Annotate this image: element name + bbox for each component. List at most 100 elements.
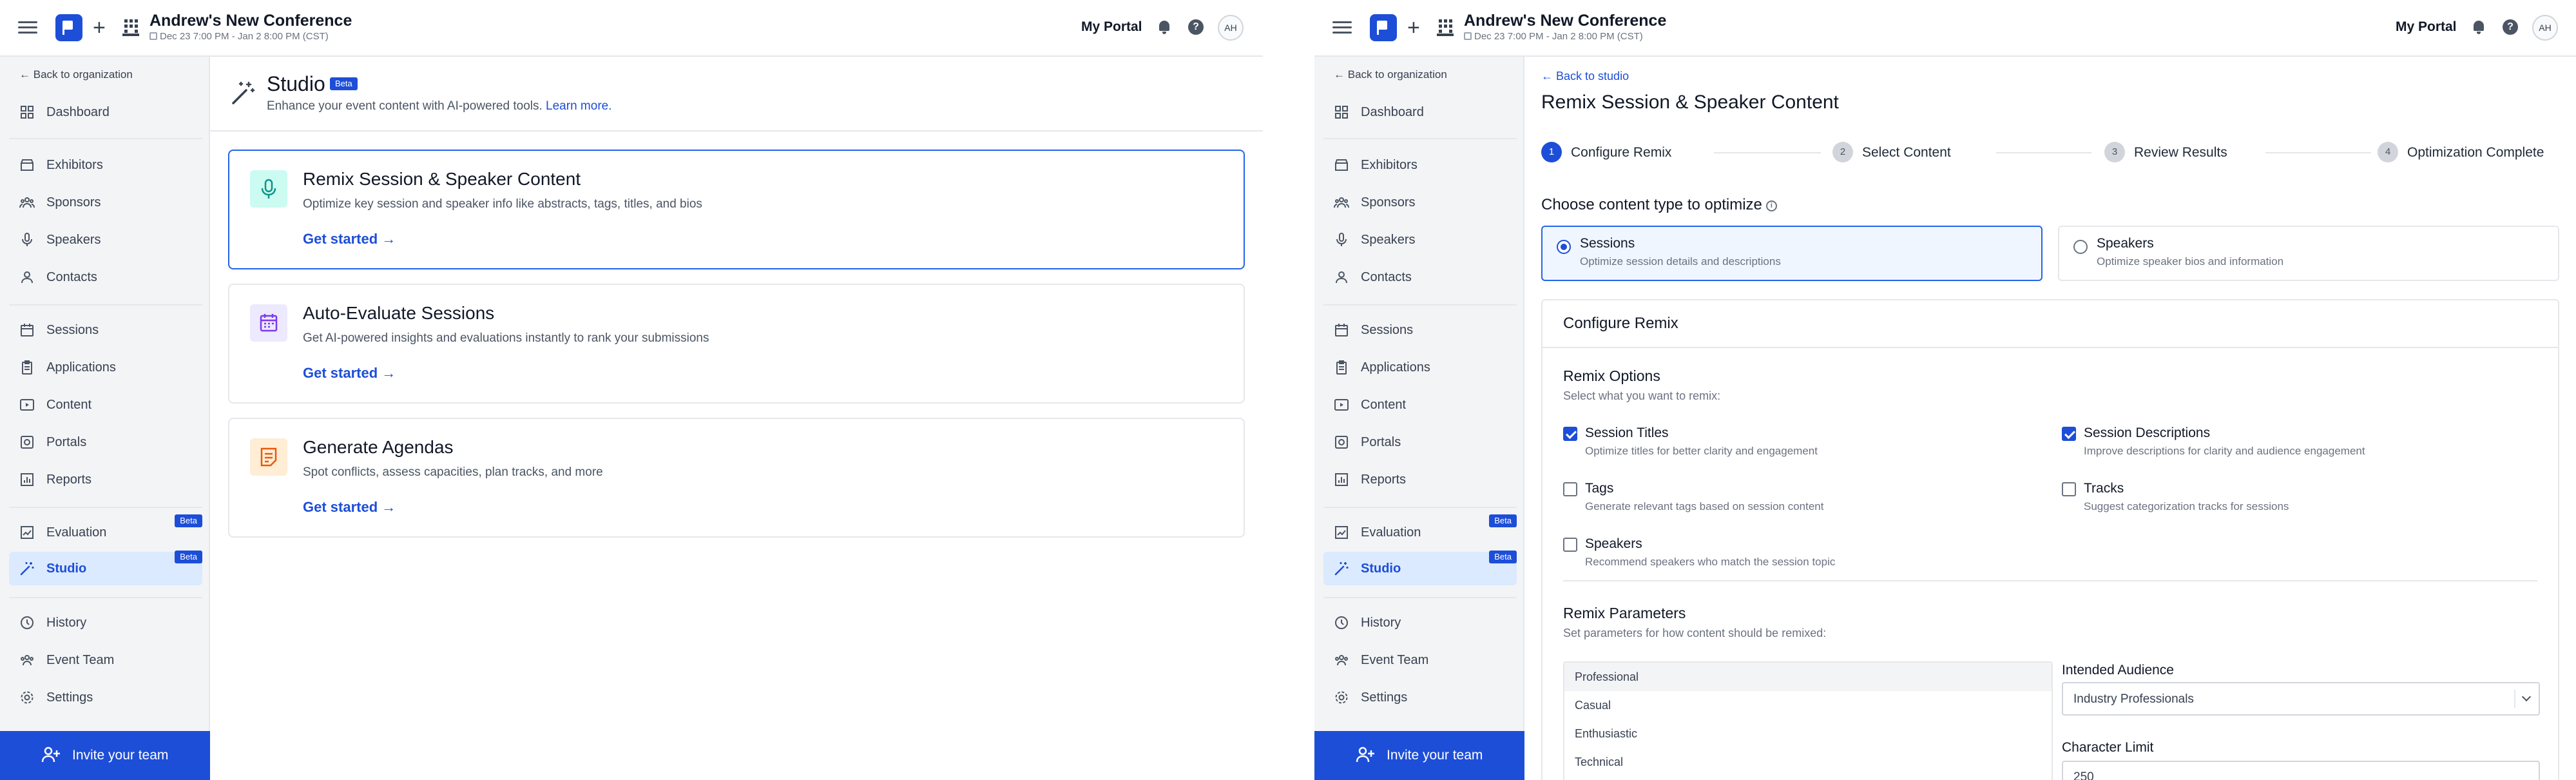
sidebar-item-dashboard[interactable]: Dashboard [9, 95, 202, 129]
hamburger-menu-icon[interactable] [1332, 18, 1352, 37]
app-logo[interactable] [1370, 14, 1397, 41]
option-description: Generate relevant tags based on session … [1585, 500, 1824, 512]
sidebar-item-content[interactable]: Content [9, 388, 202, 422]
sidebar-item-portals[interactable]: Portals [9, 425, 202, 459]
sidebar-item-applications[interactable]: Applications [9, 351, 202, 384]
sidebar-item-portals[interactable]: Portals [1323, 425, 1517, 459]
bell-icon[interactable] [2472, 19, 2486, 35]
studio-panel: + Andrew's New Conference Dec 23 7:00 PM… [0, 0, 1263, 780]
calendar-icon [260, 314, 278, 332]
sidebar-item-speakers[interactable]: Speakers [9, 223, 202, 257]
sidebar-item-speakers[interactable]: Speakers [1323, 223, 1517, 257]
event-title[interactable]: Andrew's New Conference [1464, 12, 1666, 30]
auto-evaluate-card[interactable]: Auto-Evaluate Sessions Get AI-powered in… [228, 284, 1245, 404]
sidebar-item-settings[interactable]: Settings [1323, 681, 1517, 714]
my-portal-link[interactable]: My Portal [1081, 19, 1142, 35]
help-icon[interactable]: ? [1188, 19, 1204, 35]
speakers-checkbox[interactable] [1563, 538, 1577, 552]
speakers-type-option[interactable]: Speakers Optimize speaker bios and infor… [2058, 226, 2559, 281]
sidebar-item-studio[interactable]: Studio Beta [9, 551, 202, 585]
session-descriptions-checkbox[interactable] [2062, 427, 2076, 441]
tone-option[interactable]: Professional [1564, 663, 2052, 691]
back-to-organization-link[interactable]: ← Back to organization [1334, 68, 1447, 81]
sidebar-item-sponsors[interactable]: Sponsors [9, 186, 202, 219]
step-number: 1 [1541, 142, 1562, 162]
character-limit-input[interactable] [2062, 761, 2540, 780]
sidebar-item-exhibitors[interactable]: Exhibitors [9, 148, 202, 182]
sidebar-item-event-team[interactable]: Event Team [9, 643, 202, 677]
learn-more-link[interactable]: Learn more. [546, 99, 611, 113]
invite-team-button[interactable]: Invite your team [0, 731, 210, 780]
agenda-icon [260, 447, 277, 467]
session-titles-checkbox[interactable] [1563, 427, 1577, 441]
organization-icon[interactable] [1437, 18, 1454, 36]
sidebar-item-contacts[interactable]: Contacts [9, 260, 202, 294]
sidebar-item-event-team[interactable]: Event Team [1323, 643, 1517, 677]
sidebar-item-sessions[interactable]: Sessions [9, 313, 202, 347]
back-to-organization-link[interactable]: ← Back to organization [19, 68, 133, 81]
sidebar-item-content[interactable]: Content [1323, 388, 1517, 422]
tags-checkbox[interactable] [1563, 482, 1577, 496]
step-number: 3 [2104, 142, 2125, 162]
help-icon[interactable]: ? [2503, 19, 2518, 35]
app-logo[interactable] [55, 14, 82, 41]
speakers-radio[interactable] [2073, 240, 2088, 254]
configure-remix-title: Configure Remix [1563, 315, 1678, 332]
microphone-icon [261, 179, 276, 199]
avatar[interactable]: AH [2532, 15, 2558, 41]
hamburger-menu-icon[interactable] [18, 18, 37, 37]
sidebar-item-settings[interactable]: Settings [9, 681, 202, 714]
sidebar-item-label: Settings [1361, 690, 1408, 705]
sidebar-item-dashboard[interactable]: Dashboard [1323, 95, 1517, 129]
card-title: Generate Agendas [303, 437, 454, 457]
tone-option[interactable]: Technical [1564, 748, 2052, 776]
sidebar-item-label: Speakers [1361, 233, 1416, 247]
gear-icon [1334, 690, 1349, 705]
invite-team-button[interactable]: Invite your team [1314, 731, 1524, 780]
tone-listbox[interactable]: Professional Casual Enthusiastic Technic… [1563, 661, 2053, 780]
plus-icon[interactable]: + [93, 17, 106, 39]
tracks-checkbox[interactable] [2062, 482, 2076, 496]
info-icon[interactable]: i [1765, 200, 1777, 211]
wand-icon [1334, 561, 1349, 576]
sidebar-item-sessions[interactable]: Sessions [1323, 313, 1517, 347]
sidebar-item-sponsors[interactable]: Sponsors [1323, 186, 1517, 219]
remix-parameters-subtitle: Set parameters for how content should be… [1563, 627, 1827, 639]
sidebar-item-label: Settings [46, 690, 93, 705]
get-started-link[interactable]: Get started → [303, 231, 396, 248]
tone-option[interactable]: Casual [1564, 691, 2052, 719]
sidebar-item-studio[interactable]: Studio Beta [1323, 551, 1517, 585]
back-to-studio-link[interactable]: ← Back to studio [1541, 70, 1629, 83]
history-icon [19, 615, 35, 630]
invite-team-label: Invite your team [1387, 748, 1483, 763]
get-started-link[interactable]: Get started → [303, 499, 396, 516]
microphone-icon [1334, 232, 1349, 248]
sessions-radio[interactable] [1557, 240, 1571, 254]
sessions-type-option[interactable]: Sessions Optimize session details and de… [1541, 226, 2043, 281]
my-portal-link[interactable]: My Portal [2396, 19, 2457, 35]
sidebar-item-history[interactable]: History [1323, 606, 1517, 639]
get-started-link[interactable]: Get started → [303, 365, 396, 382]
bell-icon[interactable] [1157, 19, 1171, 35]
sidebar-item-reports[interactable]: Reports [9, 463, 202, 496]
avatar[interactable]: AH [1218, 15, 1244, 41]
beta-badge: Beta [175, 514, 202, 527]
event-title[interactable]: Andrew's New Conference [149, 12, 352, 30]
tone-option[interactable]: Enthusiastic [1564, 719, 2052, 748]
sidebar-item-label: Event Team [46, 653, 115, 667]
sidebar-item-contacts[interactable]: Contacts [1323, 260, 1517, 294]
sidebar-item-exhibitors[interactable]: Exhibitors [1323, 148, 1517, 182]
organization-icon[interactable] [122, 18, 139, 36]
sidebar-item-label: Sponsors [46, 195, 101, 210]
generate-agendas-card[interactable]: Generate Agendas Spot conflicts, assess … [228, 418, 1245, 538]
sidebar-item-applications[interactable]: Applications [1323, 351, 1517, 384]
remix-content-card[interactable]: Remix Session & Speaker Content Optimize… [228, 150, 1245, 269]
add-user-icon [41, 746, 60, 763]
sidebar-divider [1323, 507, 1517, 508]
sidebar-item-reports[interactable]: Reports [1323, 463, 1517, 496]
sidebar-item-evaluation[interactable]: Evaluation Beta [1323, 514, 1517, 549]
plus-icon[interactable]: + [1407, 17, 1420, 39]
sidebar-item-evaluation[interactable]: Evaluation Beta [9, 514, 202, 549]
intended-audience-select[interactable]: Industry Professionals [2062, 682, 2540, 716]
sidebar-item-history[interactable]: History [9, 606, 202, 639]
